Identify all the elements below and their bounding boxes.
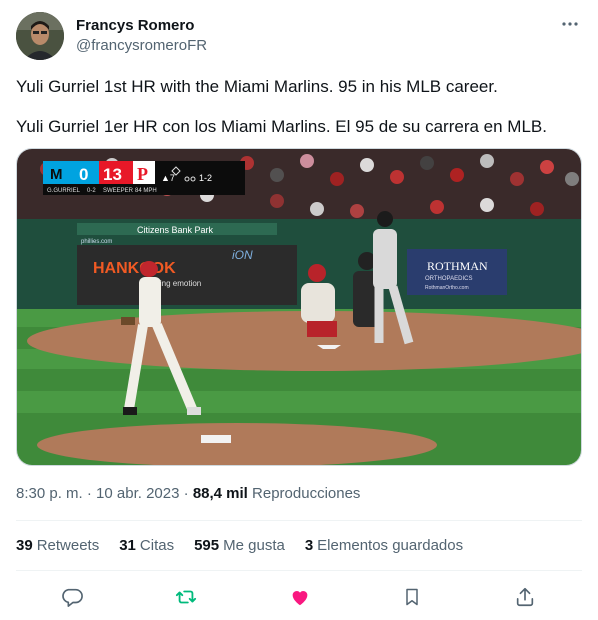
bookmarks-count: 3 [304,537,314,554]
tweet-meta: 8:30 p. m. · 10 abr. 2023 · 88,4 mil Rep… [16,484,360,504]
tweet-date[interactable]: 10 abr. 2023 [96,485,179,502]
scorebug: M 0 13 P ▲7 1-2 G.GURRIEL 0-2 SWEEPER 84… [43,161,245,195]
reply-icon[interactable] [59,584,85,610]
author-names: Francys Romero @francysromeroFR [76,16,207,56]
retweets-count: 39 [16,537,33,554]
retweets-label: Retweets [36,537,100,554]
meta-separator: · [183,485,189,502]
author-display-name[interactable]: Francys Romero [76,16,207,36]
outs-count: 1-2 [199,173,212,183]
bookmark-icon[interactable] [399,584,425,610]
heart-icon[interactable] [287,584,313,610]
tweet-time[interactable]: 8:30 p. m. [16,485,83,502]
ad-phillies-dot-com: phillies.com [81,239,112,245]
more-dots-icon[interactable] [558,12,582,36]
away-score: 0 [79,165,88,184]
batter-name: G.GURRIEL [47,188,81,194]
pitch-type: SWEEPER [103,188,134,194]
author-handle[interactable]: @francysromeroFR [76,36,207,56]
ad-citizens-bank: Citizens Bank Park [137,225,214,235]
tweet-text-english: Yuli Gurriel 1st HR with the Miami Marli… [16,77,498,96]
bookmarks-stat[interactable]: 3 Elementos guardados [305,536,463,556]
divider [16,570,582,571]
svg-text:P: P [137,164,148,184]
likes-label: Me gusta [223,537,285,554]
ad-rothman: ROTHMAN [427,259,488,273]
likes-count: 595 [194,537,220,554]
meta-separator: · [86,485,92,502]
quotes-stat[interactable]: 31 Citas [119,536,174,556]
svg-text:M: M [50,166,63,183]
home-score: 13 [103,165,122,184]
quotes-count: 31 [119,537,136,554]
ad-ion: iON [232,248,253,262]
action-bar [16,582,582,610]
inning: ▲7 [161,173,175,183]
likes-stat[interactable]: 595 Me gusta [194,536,285,556]
ad-rothman-sub: ORTHOPAEDICS [425,276,472,282]
avatar[interactable] [16,12,64,60]
tweet-text-spanish: Yuli Gurriel 1er HR con los Miami Marlin… [16,117,547,136]
share-icon[interactable] [512,584,538,610]
ad-rothman-url: RothmanOrtho.com [425,285,469,291]
engagement-stats: 39 Retweets 31 Citas 595 Me gusta 3 Elemento… [16,536,483,556]
tweet-header: Francys Romero @francysromeroFR [16,12,582,60]
bookmarks-label: Elementos guardados [317,537,464,554]
pitch-speed: 84 MPH [135,188,157,194]
retweets-stat[interactable]: 39 Retweets [16,536,99,556]
retweet-icon[interactable] [173,584,199,610]
pitch-count: 0-2 [87,188,96,194]
tweet: Francys Romero @francysromeroFR Yuli Gur… [0,0,598,620]
views-label: Reproducciones [252,485,361,502]
quotes-label: Citas [139,537,175,554]
video-media[interactable]: Citizens Bank Park phillies.com HANKOOK … [16,148,582,466]
ad-hankook: HANKOOK [93,260,176,277]
views-count: 88,4 mil [192,485,248,502]
divider [16,520,582,521]
